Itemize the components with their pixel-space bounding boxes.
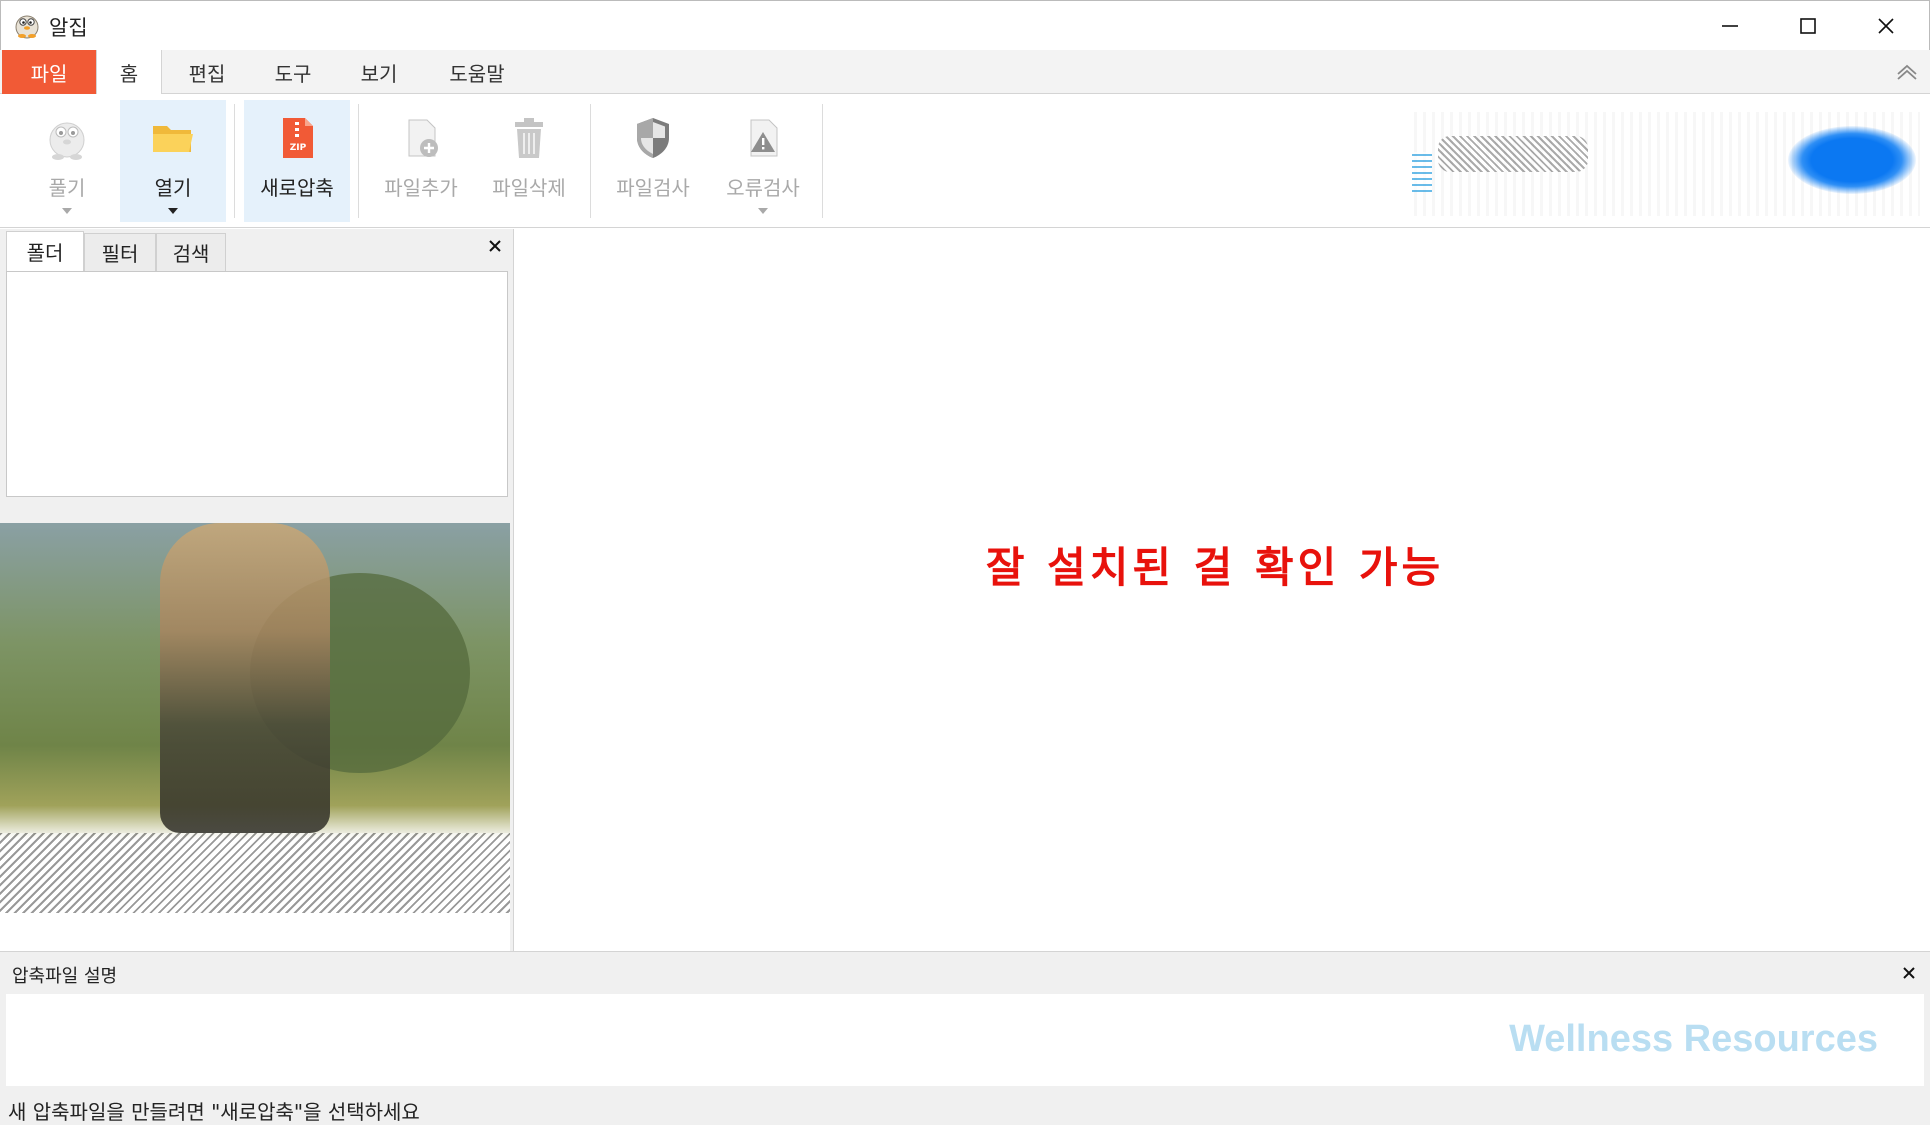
title-bar: 알집 xyxy=(0,0,1930,50)
left-panel: 폴더 필터 검색 xyxy=(0,229,514,951)
scan-file-button[interactable]: 파일검사 xyxy=(600,100,706,222)
error-check-label: 오류검사 xyxy=(726,176,800,200)
ribbon-home: 풀기 열기 ZIP 새로압축 파일추가 파일삭제 파일검사 오류검사 xyxy=(0,94,1930,228)
chevron-down-icon xyxy=(168,208,178,214)
maximize-button[interactable] xyxy=(1769,1,1847,51)
extract-mascot-icon xyxy=(49,122,85,160)
description-title: 압축파일 설명 xyxy=(12,966,118,987)
close-icon xyxy=(1878,18,1894,34)
tab-view[interactable]: 보기 xyxy=(338,50,420,94)
folder-open-icon xyxy=(153,126,193,152)
panel-tab-search[interactable]: 검색 xyxy=(156,233,226,271)
archive-description-panel: 압축파일 설명 Wellness Resources xyxy=(0,951,1930,1091)
ribbon-separator xyxy=(234,104,235,218)
warning-file-icon xyxy=(750,119,778,157)
alzip-mascot-icon xyxy=(15,15,39,39)
tab-home[interactable]: 홈 xyxy=(96,50,162,95)
panel-tab-folder[interactable]: 폴더 xyxy=(6,231,84,271)
tab-file[interactable]: 파일 xyxy=(2,50,96,94)
ribbon-ad-banner[interactable] xyxy=(1408,112,1920,216)
tab-help[interactable]: 도움말 xyxy=(424,50,530,94)
delete-file-label: 파일삭제 xyxy=(492,176,566,200)
add-file-button[interactable]: 파일추가 xyxy=(368,100,474,222)
overlay-notice: 잘 설치된 걸 확인 가능 xyxy=(985,543,1445,592)
error-check-button[interactable]: 오류검사 xyxy=(710,100,816,222)
status-bar: 새 압축파일을 만들려면 "새로압축"을 선택하세요 xyxy=(0,1091,1930,1125)
open-label: 열기 xyxy=(154,176,192,200)
ribbon-tab-bar: 파일 홈 편집 도구 보기 도움말 xyxy=(0,50,1930,95)
trash-icon xyxy=(515,118,543,158)
ribbon-separator xyxy=(822,104,823,218)
panel-tab-filter[interactable]: 필터 xyxy=(84,233,156,271)
delete-file-button[interactable]: 파일삭제 xyxy=(476,100,582,222)
extract-button[interactable]: 풀기 xyxy=(14,100,120,222)
scan-file-label: 파일검사 xyxy=(616,176,690,200)
new-archive-label: 새로압축 xyxy=(260,176,334,200)
file-add-icon xyxy=(408,119,438,157)
watermark: Wellness Resources xyxy=(1509,1018,1878,1060)
minimize-icon xyxy=(1722,25,1738,27)
svg-text:ZIP: ZIP xyxy=(290,143,307,153)
tab-edit[interactable]: 편집 xyxy=(166,50,248,94)
chevron-down-icon xyxy=(62,208,72,214)
close-icon[interactable] xyxy=(1898,962,1920,984)
ad-image[interactable] xyxy=(0,523,510,951)
add-file-label: 파일추가 xyxy=(384,176,458,200)
close-icon[interactable] xyxy=(484,235,506,257)
close-button[interactable] xyxy=(1847,1,1925,51)
extract-label: 풀기 xyxy=(48,176,86,200)
tab-tools[interactable]: 도구 xyxy=(252,50,334,94)
description-body[interactable]: Wellness Resources xyxy=(6,994,1924,1086)
folder-tree[interactable] xyxy=(6,271,508,497)
minimize-button[interactable] xyxy=(1691,1,1769,51)
file-list-area[interactable]: 잘 설치된 걸 확인 가능 xyxy=(515,229,1930,951)
maximize-icon xyxy=(1800,18,1816,34)
zip-file-icon: ZIP xyxy=(283,118,313,158)
ribbon-separator xyxy=(358,104,359,218)
open-button[interactable]: 열기 xyxy=(120,100,226,222)
chevron-down-icon xyxy=(758,208,768,214)
new-archive-button[interactable]: ZIP 새로압축 xyxy=(244,100,350,222)
shield-icon xyxy=(637,118,669,158)
ribbon-separator xyxy=(590,104,591,218)
status-text: 새 압축파일을 만들려면 "새로압축"을 선택하세요 xyxy=(8,1100,420,1124)
collapse-ribbon-icon[interactable] xyxy=(1894,60,1920,84)
window-title: 알집 xyxy=(49,16,88,40)
